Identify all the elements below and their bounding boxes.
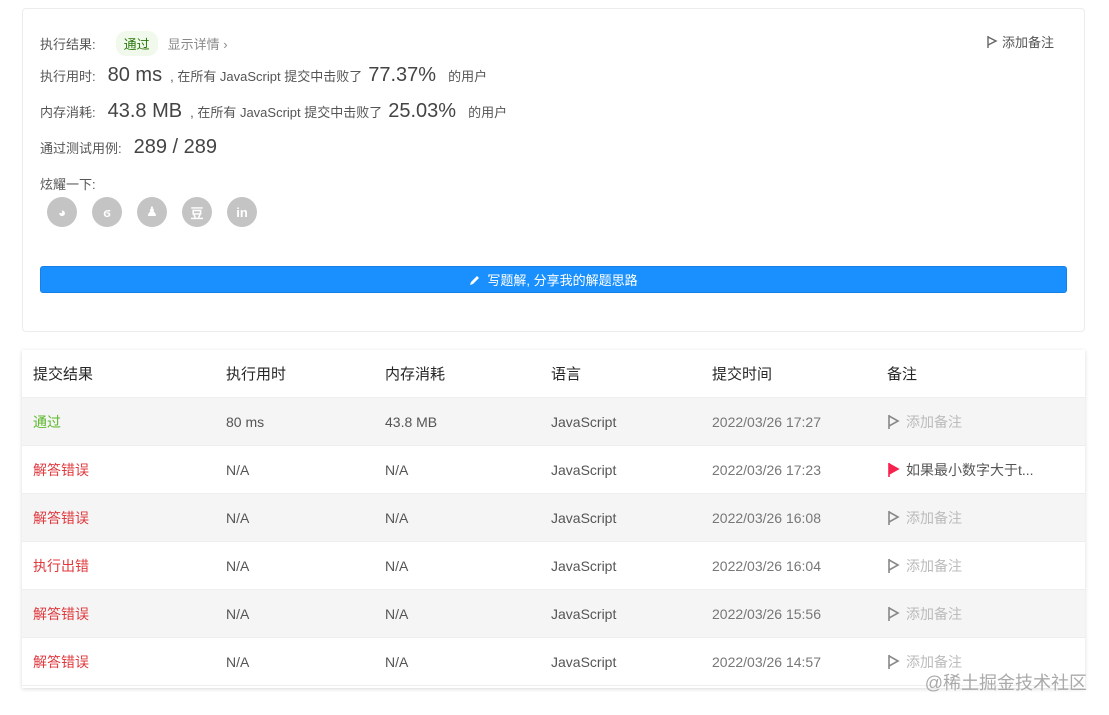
flag-icon xyxy=(888,654,900,669)
time-cell: 2022/03/26 15:56 xyxy=(712,605,821,622)
time-cell: 2022/03/26 17:23 xyxy=(712,461,821,478)
runtime-cell: N/A xyxy=(226,509,250,526)
runtime-row: 执行用时: 80 ms , 在所有 JavaScript 提交中击败了 77.3… xyxy=(40,64,487,87)
language-cell: JavaScript xyxy=(551,653,617,670)
memory-cell: 43.8 MB xyxy=(385,413,438,430)
status-link[interactable]: 通过 xyxy=(33,412,61,432)
table-row: 通过 80 ms 43.8 MB JavaScript 2022/03/26 1… xyxy=(22,398,1085,446)
result-label: 执行结果: xyxy=(40,37,96,52)
write-solution-button[interactable]: 写题解, 分享我的解题思路 xyxy=(40,266,1067,293)
runtime-suffix: 的用户 xyxy=(448,69,488,84)
note-cell[interactable]: 添加备注 xyxy=(887,508,962,528)
note-text: 添加备注 xyxy=(906,413,962,430)
table-row: 解答错误 N/A N/A JavaScript 2022/03/26 16:08… xyxy=(22,494,1085,542)
add-note-label: 添加备注 xyxy=(1001,35,1054,50)
note-cell[interactable]: 如果最小数字大于t... xyxy=(887,460,1034,480)
flag-icon xyxy=(888,606,900,621)
status-link[interactable]: 解答错误 xyxy=(33,508,89,528)
header-status: 提交结果 xyxy=(33,366,94,383)
flag-icon xyxy=(888,414,900,429)
time-cell: 2022/03/26 14:57 xyxy=(712,653,821,670)
note-cell[interactable]: 添加备注 xyxy=(887,604,962,624)
note-cell[interactable]: 添加备注 xyxy=(887,412,962,432)
time-cell: 2022/03/26 17:27 xyxy=(712,413,821,430)
result-card: 执行结果: 通过 显示详情 › 添加备注 执行用时: 80 ms , 在所有 J… xyxy=(22,8,1085,332)
pencil-icon xyxy=(470,275,480,285)
memory-row: 内存消耗: 43.8 MB , 在所有 JavaScript 提交中击败了 25… xyxy=(40,100,507,123)
linkedin-icon[interactable]: in xyxy=(227,197,257,227)
status-link[interactable]: 解答错误 xyxy=(33,652,89,672)
time-cell: 2022/03/26 16:08 xyxy=(712,509,821,526)
note-text: 添加备注 xyxy=(906,605,962,622)
memory-cell: N/A xyxy=(385,653,409,670)
time-cell: 2022/03/26 16:04 xyxy=(712,557,821,574)
memory-text: , 在所有 JavaScript 提交中击败了 xyxy=(190,105,383,120)
share-label: 炫耀一下: xyxy=(40,177,96,192)
header-time: 提交时间 xyxy=(712,366,773,383)
watermark: @稀土掘金技术社区 xyxy=(924,673,1087,693)
table-header: 提交结果 执行用时 内存消耗 语言 提交时间 备注 xyxy=(22,350,1085,398)
language-cell: JavaScript xyxy=(551,509,617,526)
runtime-cell: 80 ms xyxy=(226,413,265,430)
memory-cell: N/A xyxy=(385,461,409,478)
submissions-table: 提交结果 执行用时 内存消耗 语言 提交时间 备注 通过 80 ms 43.8 … xyxy=(22,350,1085,688)
note-text: 如果最小数字大于t... xyxy=(906,461,1034,478)
header-note: 备注 xyxy=(887,366,918,383)
runtime-text: , 在所有 JavaScript 提交中击败了 xyxy=(170,69,363,84)
status-link[interactable]: 执行出错 xyxy=(33,556,89,576)
flag-icon xyxy=(888,510,900,525)
language-cell: JavaScript xyxy=(551,413,617,430)
share-row: 炫耀一下: xyxy=(40,174,96,193)
table-row: 解答错误 N/A N/A JavaScript 2022/03/26 17:23… xyxy=(22,446,1085,494)
status-link[interactable]: 解答错误 xyxy=(33,604,89,624)
language-cell: JavaScript xyxy=(551,461,617,478)
memory-cell: N/A xyxy=(385,557,409,574)
memory-value: 43.8 MB xyxy=(107,100,183,122)
runtime-cell: N/A xyxy=(226,461,250,478)
tests-value: 289 / 289 xyxy=(133,136,218,158)
weibo-icon[interactable]: ϭ xyxy=(92,197,122,227)
runtime-value: 80 ms xyxy=(107,64,163,86)
language-cell: JavaScript xyxy=(551,557,617,574)
status-badge: 通过 xyxy=(115,31,158,56)
flag-icon xyxy=(888,558,900,573)
note-text: 添加备注 xyxy=(906,557,962,574)
douban-icon[interactable]: 豆 xyxy=(182,197,212,227)
flag-icon xyxy=(888,462,900,477)
write-solution-label: 写题解, 分享我的解题思路 xyxy=(487,273,638,288)
memory-percent: 25.03% xyxy=(388,100,457,122)
memory-cell: N/A xyxy=(385,509,409,526)
runtime-label: 执行用时: xyxy=(40,69,96,84)
runtime-cell: N/A xyxy=(226,557,250,574)
show-details-link[interactable]: 显示详情 › xyxy=(168,34,228,53)
result-row: 执行结果: 通过 显示详情 › xyxy=(40,31,228,56)
memory-suffix: 的用户 xyxy=(468,105,508,120)
add-note-button[interactable]: 添加备注 xyxy=(986,32,1054,51)
runtime-cell: N/A xyxy=(226,605,250,622)
tests-label: 通过测试用例: xyxy=(40,141,122,156)
table-row: 执行出错 N/A N/A JavaScript 2022/03/26 16:04… xyxy=(22,542,1085,590)
table-row: 解答错误 N/A N/A JavaScript 2022/03/26 15:56… xyxy=(22,590,1085,638)
tests-row: 通过测试用例: 289 / 289 xyxy=(40,136,225,159)
memory-label: 内存消耗: xyxy=(40,105,96,120)
qq-icon[interactable]: ♟ xyxy=(137,197,167,227)
header-language: 语言 xyxy=(551,366,582,383)
status-link[interactable]: 解答错误 xyxy=(33,460,89,480)
runtime-percent: 77.37% xyxy=(368,64,437,86)
flag-icon xyxy=(987,35,998,48)
note-text: 添加备注 xyxy=(906,509,962,526)
header-runtime: 执行用时 xyxy=(226,366,287,383)
header-memory: 内存消耗 xyxy=(385,366,446,383)
runtime-cell: N/A xyxy=(226,653,250,670)
note-cell[interactable]: 添加备注 xyxy=(887,556,962,576)
memory-cell: N/A xyxy=(385,605,409,622)
wechat-icon[interactable]: ◕ xyxy=(47,197,77,227)
share-icons: ◕ ϭ ♟ 豆 in xyxy=(47,197,257,227)
language-cell: JavaScript xyxy=(551,605,617,622)
